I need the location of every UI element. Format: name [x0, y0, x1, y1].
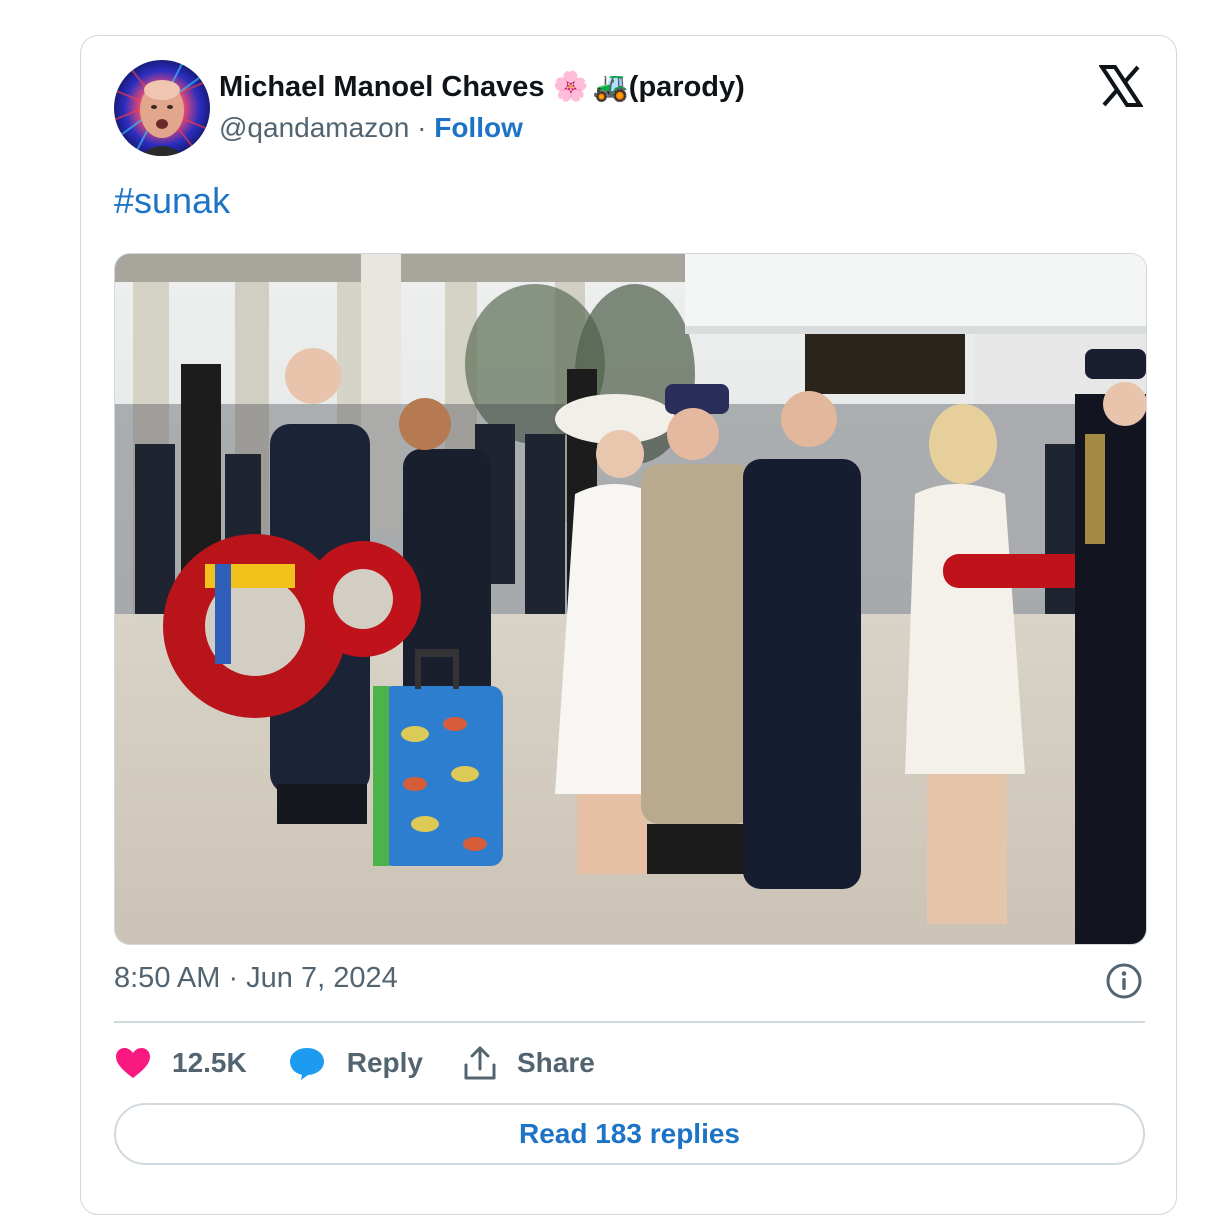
share-button[interactable]: Share	[463, 1045, 595, 1081]
like-count: 12.5K	[172, 1047, 247, 1078]
read-replies-button[interactable]: Read 183 replies	[114, 1103, 1145, 1165]
follow-button[interactable]: Follow	[434, 112, 523, 143]
share-upload-icon	[464, 1046, 496, 1080]
tweet-card: Michael Manoel Chaves 🌸 🚜 (parody) @qand…	[80, 35, 1177, 1215]
cherry-blossom-emoji: 🌸	[552, 71, 589, 103]
heart-icon	[116, 1048, 150, 1078]
author-handle[interactable]: @qandamazon	[219, 112, 409, 143]
speech-bubble-icon	[289, 1048, 324, 1080]
tweet-photo[interactable]	[114, 253, 1147, 945]
info-icon[interactable]	[1105, 962, 1143, 1000]
author-display-name[interactable]: Michael Manoel Chaves	[219, 71, 545, 104]
reply-label: Reply	[346, 1047, 423, 1078]
tweet-actions: 12.5K Reply Share	[114, 1041, 635, 1085]
avatar[interactable]	[114, 60, 210, 156]
author-name-row[interactable]: Michael Manoel Chaves 🌸 🚜 (parody)	[219, 69, 745, 105]
parody-label: (parody)	[628, 70, 745, 103]
tweet-timestamp[interactable]: 8:50 AM · Jun 7, 2024	[114, 962, 398, 995]
handle-separator: ·	[409, 112, 435, 143]
reply-button[interactable]: Reply	[287, 1045, 423, 1081]
divider	[114, 1021, 1145, 1023]
tractor-emoji: 🚜	[592, 71, 629, 103]
hashtag-link[interactable]: #sunak	[114, 180, 230, 222]
like-button[interactable]: 12.5K	[114, 1046, 247, 1080]
share-label: Share	[516, 1047, 595, 1078]
author-handle-row: @qandamazon · Follow	[219, 112, 523, 144]
x-logo-icon[interactable]	[1098, 64, 1144, 108]
